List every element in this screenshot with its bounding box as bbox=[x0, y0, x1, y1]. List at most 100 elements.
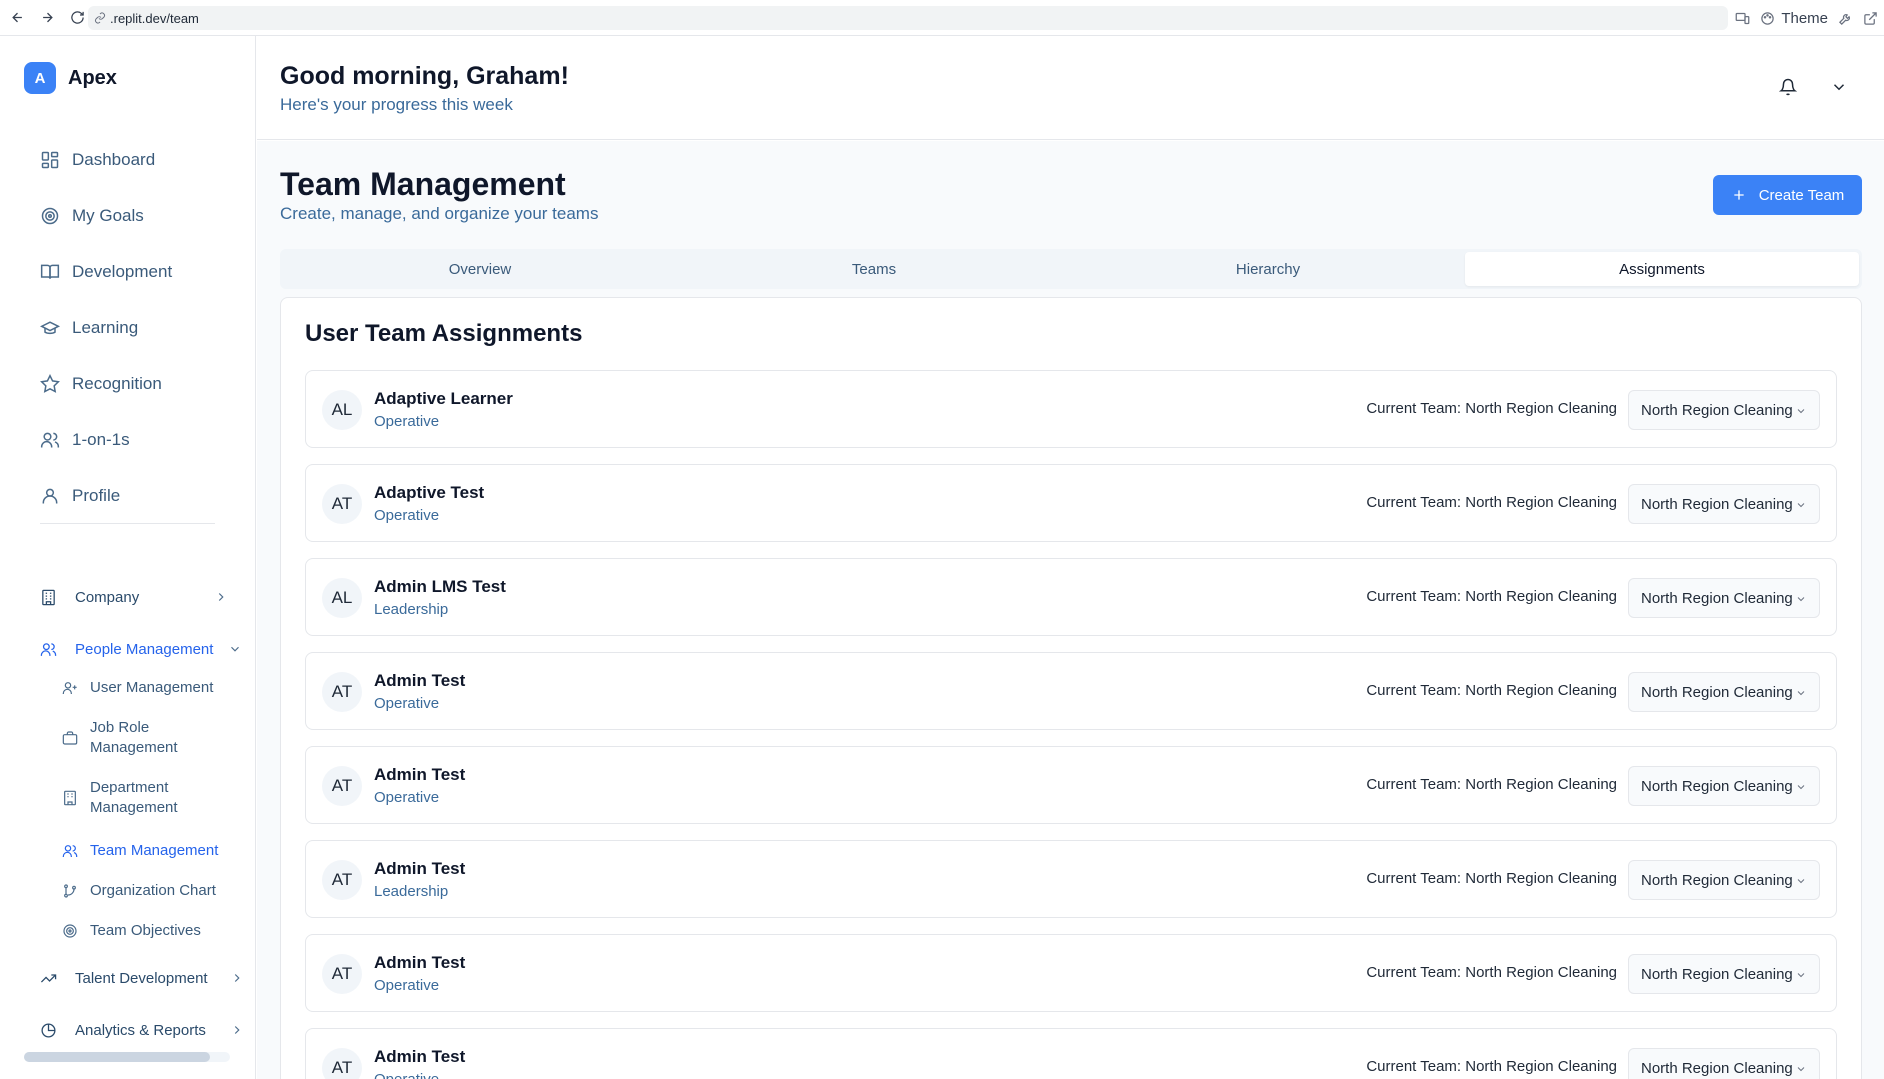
chevron-down-icon bbox=[1797, 1067, 1805, 1072]
forward-button[interactable] bbox=[34, 5, 60, 31]
nav-item-my-goals[interactable]: My Goals bbox=[28, 188, 238, 244]
chevron-right-icon bbox=[218, 593, 224, 601]
tab-hierarchy[interactable]: Hierarchy bbox=[1071, 252, 1465, 286]
avatar: AT bbox=[322, 860, 362, 900]
link-icon bbox=[95, 12, 105, 24]
team-select-value: North Region Cleaning bbox=[1641, 589, 1793, 607]
chevron-down-icon bbox=[1797, 785, 1805, 790]
dashboard-icon bbox=[41, 151, 59, 169]
nav-label: Development bbox=[72, 262, 173, 281]
bell-icon[interactable] bbox=[1779, 78, 1797, 96]
create-team-button[interactable]: Create Team bbox=[1713, 175, 1862, 215]
sidebar: A Apex Dashboard My Goals Development Le… bbox=[0, 36, 256, 1079]
trending-up-icon bbox=[40, 973, 57, 982]
list-item: AT Admin Test Operative Current Team: No… bbox=[305, 652, 1837, 730]
list-item: AT Admin Test Operative Current Team: No… bbox=[305, 1028, 1837, 1079]
address-bar[interactable]: .replit.dev/team bbox=[88, 6, 1728, 30]
section-talent-development[interactable]: Talent Development bbox=[28, 963, 240, 993]
user-role: Operative bbox=[374, 695, 440, 712]
sub-item-team-management[interactable]: Team Management bbox=[62, 841, 232, 861]
greeting-title: Good morning, Graham! bbox=[280, 62, 569, 90]
chevron-down-icon bbox=[1797, 409, 1805, 414]
nav-item-dashboard[interactable]: Dashboard bbox=[28, 132, 238, 188]
current-team: Current Team: North Region Cleaning bbox=[1366, 682, 1617, 699]
team-select[interactable]: North Region Cleaning bbox=[1628, 1048, 1820, 1079]
scrollbar-thumb[interactable] bbox=[24, 1052, 210, 1062]
url-text: .replit.dev/team bbox=[110, 10, 199, 26]
back-button[interactable] bbox=[4, 5, 30, 31]
avatar: AT bbox=[322, 1048, 362, 1079]
sub-item-job-role-management[interactable]: Job Role Management bbox=[62, 718, 232, 758]
chevron-down-icon bbox=[231, 646, 239, 652]
team-select-value: North Region Cleaning bbox=[1641, 401, 1793, 419]
sub-item-organization-chart[interactable]: Organization Chart bbox=[62, 881, 232, 901]
section-analytics-reports[interactable]: Analytics & Reports bbox=[28, 1015, 240, 1045]
brand-logo: A bbox=[24, 62, 56, 94]
nav-item-1-on-1s[interactable]: 1-on-1s bbox=[28, 412, 238, 468]
brand-name: Apex bbox=[68, 66, 117, 89]
team-select[interactable]: North Region Cleaning bbox=[1628, 390, 1820, 430]
nav-label: Learning bbox=[72, 318, 139, 337]
book-icon bbox=[40, 264, 60, 279]
user-name: Admin Test bbox=[374, 671, 466, 690]
team-select[interactable]: North Region Cleaning bbox=[1628, 578, 1820, 618]
team-select[interactable]: North Region Cleaning bbox=[1628, 484, 1820, 524]
nav-label: 1-on-1s bbox=[72, 430, 130, 449]
user-role: Operative bbox=[374, 413, 440, 430]
user-role: Operative bbox=[374, 507, 440, 524]
tab-list: Overview Teams Hierarchy Assignments bbox=[280, 249, 1862, 289]
assignments-title: User Team Assignments bbox=[305, 320, 583, 347]
sub-item-team-objectives[interactable]: Team Objectives bbox=[62, 921, 232, 941]
user-name: Adaptive Test bbox=[374, 483, 485, 502]
chevron-down-icon bbox=[1797, 973, 1805, 978]
team-select-value: North Region Cleaning bbox=[1641, 1059, 1793, 1077]
current-team: Current Team: North Region Cleaning bbox=[1366, 494, 1617, 511]
brand[interactable]: A Apex bbox=[24, 62, 117, 94]
nav-item-recognition[interactable]: Recognition bbox=[28, 356, 238, 412]
greeting-subtitle: Here's your progress this week bbox=[280, 95, 513, 114]
section-people-management[interactable]: People Management bbox=[28, 634, 239, 664]
team-select[interactable]: North Region Cleaning bbox=[1628, 766, 1820, 806]
nav-label: Dashboard bbox=[72, 150, 156, 169]
sub-item-department-management[interactable]: Department Management bbox=[62, 778, 232, 818]
team-select[interactable]: North Region Cleaning bbox=[1628, 860, 1820, 900]
team-select-value: North Region Cleaning bbox=[1641, 495, 1793, 513]
sub-item-label: Team Management bbox=[90, 842, 219, 859]
current-team: Current Team: North Region Cleaning bbox=[1366, 776, 1617, 793]
users-icon bbox=[40, 432, 60, 448]
reload-button[interactable] bbox=[64, 5, 90, 31]
sidebar-scrollbar[interactable] bbox=[24, 1052, 230, 1062]
tab-teams[interactable]: Teams bbox=[677, 252, 1071, 286]
wrench-icon[interactable] bbox=[1838, 11, 1853, 26]
chevron-right-icon bbox=[234, 1026, 240, 1034]
user-role: Operative bbox=[374, 977, 440, 994]
theme-button[interactable]: Theme bbox=[1760, 10, 1828, 27]
briefcase-icon bbox=[62, 731, 78, 745]
team-select-value: North Region Cleaning bbox=[1641, 777, 1793, 795]
tab-overview[interactable]: Overview bbox=[283, 252, 677, 286]
main-content: Team Management Create, manage, and orga… bbox=[257, 141, 1884, 1079]
arrow-right-icon bbox=[42, 12, 53, 23]
nav-item-learning[interactable]: Learning bbox=[28, 300, 238, 356]
nav-item-profile[interactable]: Profile bbox=[28, 468, 238, 524]
avatar: AL bbox=[322, 578, 362, 618]
avatar: AT bbox=[322, 484, 362, 524]
team-select[interactable]: North Region Cleaning bbox=[1628, 672, 1820, 712]
team-select[interactable]: North Region Cleaning bbox=[1628, 954, 1820, 994]
graduation-cap-icon bbox=[40, 321, 60, 335]
chevron-down-icon[interactable] bbox=[1830, 78, 1848, 96]
star-icon bbox=[40, 374, 60, 393]
user-name: Admin Test bbox=[374, 859, 466, 878]
plus-icon bbox=[1734, 190, 1744, 200]
nav-item-development[interactable]: Development bbox=[28, 244, 238, 300]
section-label: Talent Development bbox=[75, 969, 208, 987]
section-company[interactable]: Company bbox=[28, 582, 238, 612]
devices-icon[interactable] bbox=[1735, 11, 1750, 26]
external-link-icon[interactable] bbox=[1863, 11, 1878, 26]
tab-assignments[interactable]: Assignments bbox=[1465, 252, 1859, 286]
current-team: Current Team: North Region Cleaning bbox=[1366, 588, 1617, 605]
user-icon bbox=[42, 488, 58, 504]
sub-item-user-management[interactable]: User Management bbox=[62, 678, 232, 698]
current-team: Current Team: North Region Cleaning bbox=[1366, 1058, 1617, 1075]
users-icon bbox=[62, 845, 78, 857]
